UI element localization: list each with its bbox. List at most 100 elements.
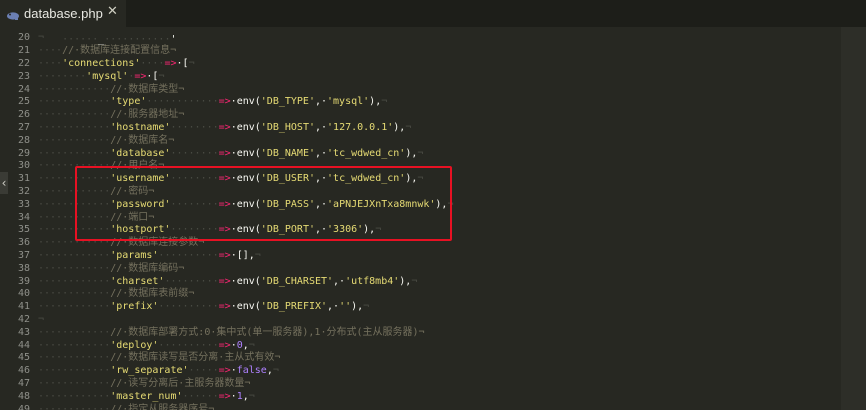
code-token: ·env( [230, 147, 261, 159]
code-token: ¬ [188, 57, 195, 69]
code-token: //·数据库名¬ [110, 134, 175, 146]
code-token: //·数据库表前缀¬ [110, 288, 195, 300]
line-number: 46 [17, 365, 30, 377]
code-token: => [218, 147, 231, 159]
code-token: ············ [38, 365, 111, 377]
code-line[interactable]: ············'database'········=>·env('DB… [38, 148, 423, 161]
code-token: //·服务器地址¬ [110, 109, 185, 121]
code-token: ¬ [363, 301, 370, 313]
code-token: ···· [38, 45, 63, 57]
code-token: ¬ [38, 32, 45, 44]
code-token: ········ [170, 121, 219, 133]
line-number: 47 [17, 377, 30, 389]
code-token: 'DB_PREFIX' [260, 301, 328, 313]
code-token: ·env( [230, 275, 261, 287]
code-token: 'type' [110, 96, 147, 108]
line-number: 39 [17, 275, 30, 287]
code-token: ···· [140, 57, 165, 69]
code-token: ············ [38, 109, 111, 121]
code-token: ¬ [381, 96, 388, 108]
code-line[interactable]: ············'type'············=>·env('DB… [38, 96, 387, 109]
code-token: ¬ [248, 339, 255, 351]
code-line[interactable]: ············//·数据库名¬ [38, 135, 174, 148]
code-editor[interactable]: ······_···········' 20 21 22 23 24 25 26 27 28 29… [0, 27, 866, 410]
close-icon[interactable]: ✕ [107, 4, 121, 20]
code-token: ············ [38, 390, 111, 402]
code-token: 'prefix' [110, 301, 159, 313]
code-token: ············ [38, 83, 111, 95]
code-token: ¬ [254, 249, 261, 261]
code-token: 'master_num' [110, 390, 183, 402]
code-line[interactable]: ············'charset'·········=>·env('DB… [38, 276, 417, 289]
code-line[interactable]: ············'master_num'······=>·1,¬ [38, 391, 255, 404]
code-token: ············ [38, 275, 111, 287]
code-line[interactable]: ············//·数据库编码¬ [38, 263, 184, 276]
line-number: 41 [17, 301, 30, 313]
code-line[interactable]: ············//·指定从服务器序号¬ [38, 404, 214, 410]
code-token: //·数据库读写是否分离·主从式有效¬ [110, 352, 281, 364]
code-token: ············ [38, 249, 111, 261]
code-token: //·数据库连接配置信息¬ [62, 45, 177, 57]
line-number: 48 [17, 390, 30, 402]
code-token: ), [399, 275, 412, 287]
code-line[interactable]: ············//·服务器地址¬ [38, 109, 184, 122]
minimap-scrollbar[interactable] [841, 27, 866, 410]
code-token: ·[ [146, 70, 159, 82]
code-token: 'DB_CHARSET' [260, 275, 334, 287]
tab-bar: database.php ✕ [0, 0, 866, 27]
code-token: ············ [38, 301, 111, 313]
code-token: 'DB_HOST' [260, 121, 315, 133]
code-line[interactable]: ····'connections'····=>·[¬ [38, 58, 195, 71]
code-line[interactable]: ············//·数据库读写是否分离·主从式有效¬ [38, 352, 280, 365]
code-token: ,· [314, 96, 328, 108]
code-token: 'database' [110, 147, 171, 159]
code-token: ············ [38, 288, 111, 300]
code-line[interactable]: ············'params'··········=>·[],¬ [38, 250, 261, 263]
chevron-left-icon[interactable]: ‹ [0, 172, 8, 194]
code-line[interactable]: ····//·数据库连接配置信息¬ [38, 45, 176, 58]
code-token: => [164, 57, 177, 69]
code-token: //·指定从服务器序号¬ [110, 403, 215, 410]
line-number: 25 [17, 96, 30, 108]
code-token: ············ [38, 339, 111, 351]
code-token: => [218, 96, 231, 108]
code-token: 'deploy' [110, 339, 159, 351]
line-number: 42 [17, 313, 30, 325]
code-token: ········· [164, 275, 219, 287]
code-line[interactable]: ············'hostname'········=>·env('DB… [38, 122, 411, 135]
code-line[interactable]: ············'deploy'··········=>·0,¬ [38, 340, 255, 353]
line-number: 23 [17, 70, 30, 82]
code-line[interactable]: ············'rw_separate'·····=>·false,¬ [38, 365, 279, 378]
code-line[interactable]: ············//·读写分离后·主服务器数量¬ [38, 378, 250, 391]
code-token: ¬ [405, 121, 412, 133]
code-token: 'DB_TYPE' [260, 96, 315, 108]
code-token: ), [351, 301, 364, 313]
code-token: ············ [38, 96, 111, 108]
code-token: ·········· [158, 339, 219, 351]
code-line[interactable]: ········'mysql'·=>·[¬ [38, 71, 164, 84]
line-number: 38 [17, 262, 30, 274]
code-token: //·数据库编码¬ [110, 262, 185, 274]
code-token: => [218, 301, 231, 313]
code-token: ¬ [272, 365, 279, 377]
code-line[interactable]: ············'prefix'··········=>·env('DB… [38, 301, 369, 314]
code-line[interactable]: ¬ [38, 314, 44, 327]
code-token: ·········· [158, 301, 219, 313]
code-line[interactable]: ············//·数据库类型¬ [38, 84, 184, 97]
tab-database-php[interactable]: database.php ✕ [0, 0, 126, 27]
code-line[interactable]: ············//·数据库部署方式:0·集中式(单一服务器),1·分布… [38, 327, 425, 340]
code-token: 'connections' [62, 57, 141, 69]
code-token: 'mysql' [327, 96, 370, 108]
code-token: 'DB_NAME' [260, 147, 315, 159]
code-token: ,· [314, 121, 328, 133]
line-number: 29 [17, 147, 30, 159]
line-number: 37 [17, 249, 30, 261]
code-token: ············ [38, 262, 111, 274]
code-line[interactable]: ¬ [38, 32, 44, 45]
line-number: 35 [17, 224, 30, 236]
code-token: 'rw_separate' [110, 365, 189, 377]
code-line[interactable]: ············//·数据库表前缀¬ [38, 288, 194, 301]
highlight-annotation [75, 166, 452, 241]
code-token: ············ [38, 134, 111, 146]
code-token: ·env( [230, 96, 261, 108]
